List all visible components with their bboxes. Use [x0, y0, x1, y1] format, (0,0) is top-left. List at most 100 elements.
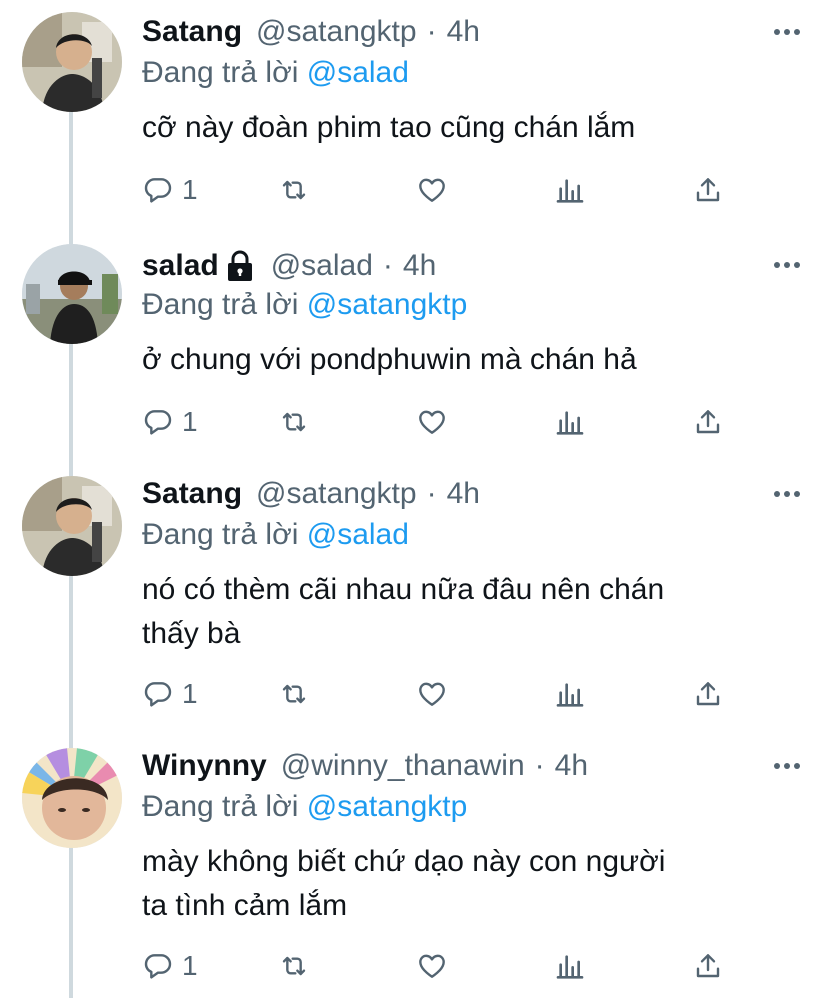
like-icon: [419, 410, 445, 434]
replying-to: Đang trả lời @salad: [142, 56, 409, 90]
share-button[interactable]: [692, 174, 724, 206]
avatar[interactable]: [22, 12, 122, 112]
mention-link[interactable]: @satangktp: [307, 288, 468, 321]
share-icon: [696, 954, 720, 978]
replying-to-label: Đang trả lời: [142, 56, 299, 89]
reply-icon: [144, 954, 172, 979]
reply-thread: Satang @satangktp · 4h Đang trả lời @sal…: [0, 0, 828, 998]
reply-count: 1: [182, 174, 198, 205]
tweet-text-line: mày không biết chứ dạo này con người: [142, 845, 666, 878]
views-button[interactable]: [554, 174, 586, 206]
mention-link[interactable]: @salad: [307, 518, 409, 551]
retweet-button[interactable]: [278, 950, 310, 982]
reply-count: 1: [182, 406, 198, 437]
separator-dot: ·: [426, 15, 437, 48]
reply-count: 1: [182, 950, 198, 981]
display-name[interactable]: Satang: [142, 15, 242, 49]
replying-to-label: Đang trả lời: [142, 790, 299, 823]
reply-count: 1: [182, 678, 198, 709]
more-icon[interactable]: [774, 763, 800, 769]
reply-button[interactable]: 1: [142, 950, 198, 982]
avatar-photo-salad: [22, 244, 122, 344]
like-icon: [419, 682, 445, 706]
timestamp[interactable]: 4h: [403, 249, 436, 283]
like-button[interactable]: [416, 678, 448, 710]
avatar-photo-satang: [22, 12, 122, 112]
like-button[interactable]: [416, 174, 448, 206]
tweet-text-line: ở chung với pondphuwin mà chán hả: [142, 343, 637, 376]
retweet-icon: [282, 956, 306, 976]
handle[interactable]: @satangktp: [256, 477, 417, 511]
views-button[interactable]: [554, 678, 586, 710]
more-icon[interactable]: [774, 491, 800, 497]
retweet-icon: [282, 412, 306, 432]
replying-to: Đang trả lời @salad: [142, 518, 409, 552]
timestamp[interactable]: 4h: [447, 15, 480, 49]
action-bar: 1: [142, 174, 732, 208]
tweet-header: Satang @satangktp · 4h: [142, 12, 742, 52]
retweet-button[interactable]: [278, 406, 310, 438]
avatar[interactable]: [22, 244, 122, 344]
replying-to-label: Đang trả lời: [142, 288, 299, 321]
views-icon: [556, 411, 584, 435]
tweet-text: nó có thèm cãi nhau nữa đâu nên chán thấ…: [142, 568, 792, 656]
share-icon: [696, 682, 720, 706]
tweet-header: Satang @satangktp · 4h: [142, 474, 742, 514]
tweet-text-line: cỡ này đoàn phim tao cũng chán lắm: [142, 111, 636, 144]
reply-button[interactable]: 1: [142, 406, 198, 438]
handle[interactable]: @satangktp: [256, 15, 417, 49]
avatar[interactable]: [22, 748, 122, 848]
tweet-text-line: ta tình cảm lắm: [142, 889, 348, 922]
share-button[interactable]: [692, 678, 724, 710]
tweet-text-line: thấy bà: [142, 617, 241, 650]
share-button[interactable]: [692, 406, 724, 438]
handle[interactable]: @salad: [271, 249, 373, 283]
like-button[interactable]: [416, 406, 448, 438]
like-icon: [419, 178, 445, 202]
share-icon: [696, 410, 720, 434]
share-icon: [696, 178, 720, 202]
avatar[interactable]: [22, 476, 122, 576]
reply-icon: [144, 410, 172, 435]
like-icon: [419, 954, 445, 978]
mention-link[interactable]: @satangktp: [307, 790, 468, 823]
tweet-text-line: nó có thèm cãi nhau nữa đâu nên chán: [142, 573, 665, 606]
more-icon[interactable]: [774, 262, 800, 268]
separator-dot: ·: [534, 749, 545, 782]
replying-to: Đang trả lời @satangktp: [142, 288, 467, 322]
share-button[interactable]: [692, 950, 724, 982]
action-bar: 1: [142, 950, 732, 984]
views-button[interactable]: [554, 406, 586, 438]
retweet-icon: [282, 180, 306, 200]
reply-button[interactable]: 1: [142, 678, 198, 710]
avatar-photo-satang: [22, 476, 122, 576]
retweet-icon: [282, 684, 306, 704]
views-icon: [556, 955, 584, 979]
tweet-header: salad @salad · 4h: [142, 246, 742, 286]
reply-button[interactable]: 1: [142, 174, 198, 206]
tweet-text: mày không biết chứ dạo này con người ta …: [142, 840, 792, 928]
display-name[interactable]: salad: [142, 249, 219, 283]
reply-icon: [144, 682, 172, 707]
more-icon[interactable]: [774, 29, 800, 35]
like-button[interactable]: [416, 950, 448, 982]
tweet-text: ở chung với pondphuwin mà chán hả: [142, 338, 792, 382]
timestamp[interactable]: 4h: [447, 477, 480, 511]
action-bar: 1: [142, 406, 732, 440]
separator-dot: ·: [426, 477, 437, 510]
avatar-photo-winynny: [22, 748, 122, 848]
tweet-header: Winynny @winny_thanawin · 4h: [142, 746, 742, 786]
mention-link[interactable]: @salad: [307, 56, 409, 89]
views-icon: [556, 179, 584, 203]
replying-to-label: Đang trả lời: [142, 518, 299, 551]
action-bar: 1: [142, 678, 732, 712]
timestamp[interactable]: 4h: [555, 749, 588, 783]
display-name[interactable]: Satang: [142, 477, 242, 511]
display-name[interactable]: Winynny: [142, 749, 267, 783]
retweet-button[interactable]: [278, 174, 310, 206]
views-button[interactable]: [554, 950, 586, 982]
views-icon: [556, 683, 584, 707]
retweet-button[interactable]: [278, 678, 310, 710]
handle[interactable]: @winny_thanawin: [281, 749, 525, 783]
tweet-text: cỡ này đoàn phim tao cũng chán lắm: [142, 106, 792, 150]
